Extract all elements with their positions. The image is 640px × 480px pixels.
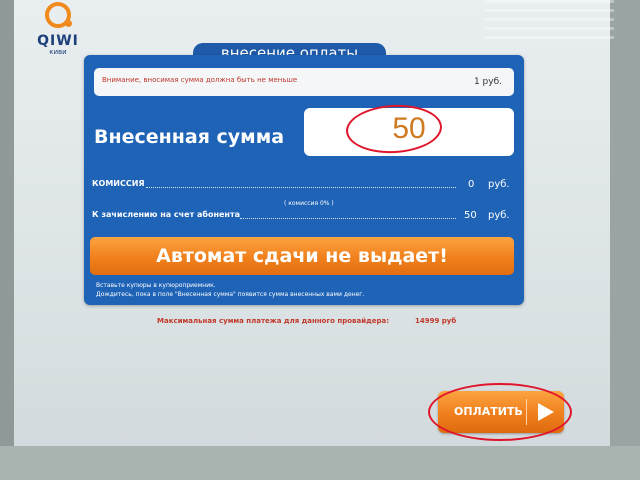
credit-label: К зачислению на счет абонента (92, 210, 240, 219)
max-payment-value: 14999 руб (415, 317, 457, 325)
hint-line-2: Дождитесь, пока в поле "Внесенная сумма"… (96, 291, 365, 298)
max-payment-label: Максимальная сумма платежа для данного п… (157, 317, 390, 325)
commission-note: ( комиссия 0% ) (284, 200, 334, 207)
no-change-notice: Автомат сдачи не выдает! (90, 237, 514, 275)
warning-min-value: 1 руб. (473, 77, 502, 87)
credit-value: 50 (464, 210, 477, 221)
credit-unit: руб. (488, 210, 510, 221)
terminal-bezel-right (610, 0, 640, 480)
commission-label: КОМИССИЯ (92, 179, 145, 188)
commission-value: 0 (468, 179, 475, 190)
pay-button-highlight-annotation (428, 383, 572, 441)
terminal-bezel-bottom (0, 446, 640, 480)
hint-line-1: Вставьте купюры в купюроприемник. (96, 282, 216, 289)
warning-text: Внимание, вносимая сумма должна быть не … (102, 76, 298, 84)
minimum-amount-warning: Внимание, вносимая сумма должна быть не … (94, 68, 514, 96)
brand-name: QIWI (37, 33, 79, 49)
terminal-bezel-left (0, 0, 14, 480)
qiwi-logo-icon (45, 2, 72, 28)
deposited-amount-label: Внесенная сумма (94, 126, 285, 148)
commission-unit: руб. (488, 179, 510, 190)
brand-subtitle: киви (49, 48, 67, 56)
qiwi-logo: QIWI киви (36, 2, 80, 56)
commission-dotted-line (146, 187, 456, 188)
credit-dotted-line (240, 218, 456, 219)
payment-panel: Внимание, вносимая сумма должна быть не … (84, 55, 524, 305)
ceiling-light-reflection (484, 0, 614, 40)
